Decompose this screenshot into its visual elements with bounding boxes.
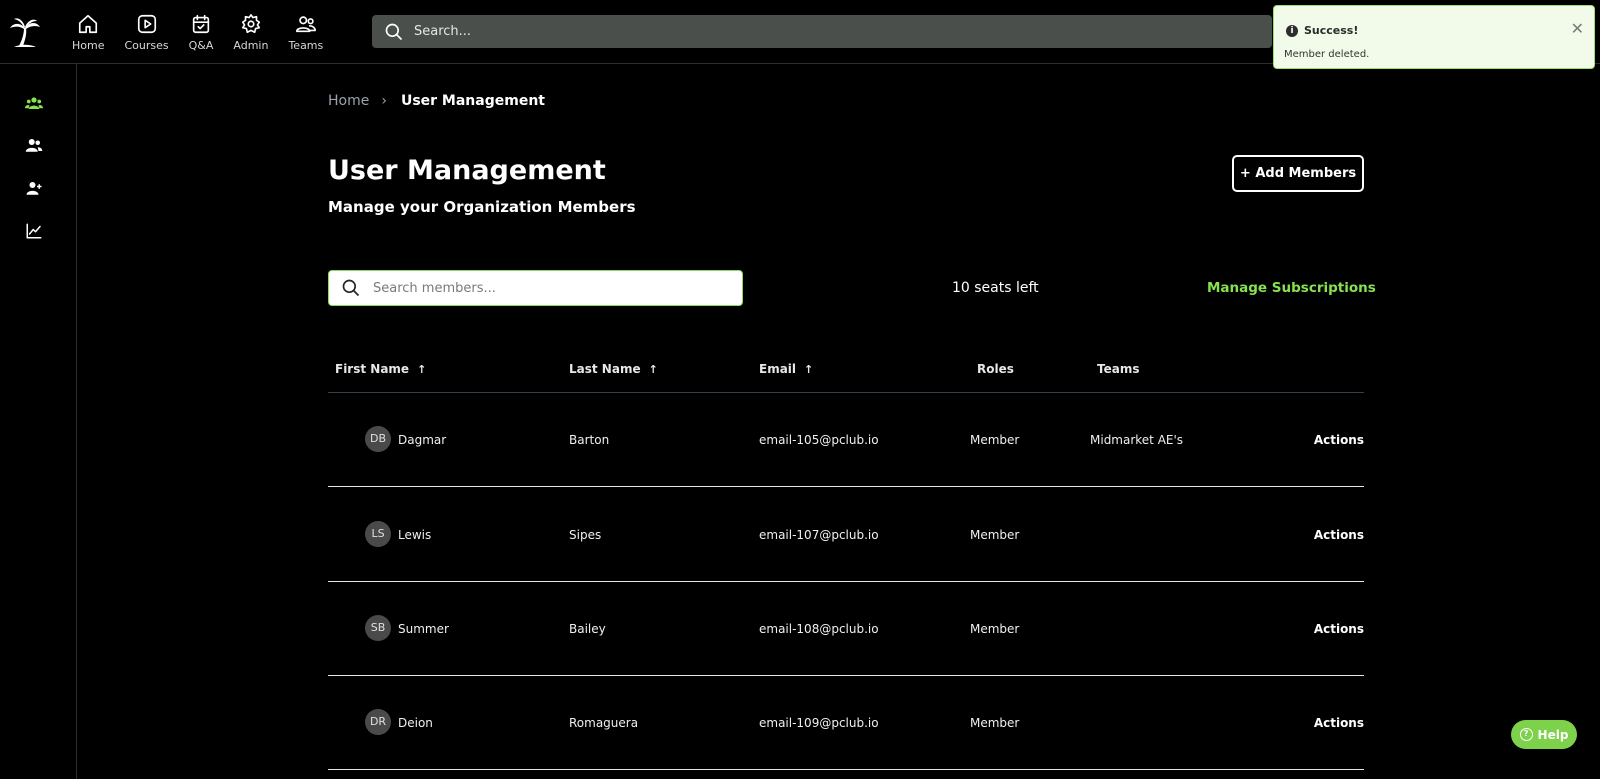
nav-item-admin[interactable]: Admin [223,0,278,64]
nav-item-home[interactable]: Home [62,0,114,64]
role-cell: Member [970,433,1020,447]
palm-tree-logo-icon[interactable] [8,14,42,48]
column-label: Last Name [569,362,641,376]
table-row: DR Deion Romaguera email-109@pclub.io Me… [328,676,1364,770]
column-header-teams: Teams [1097,362,1140,376]
gear-icon [241,13,260,33]
role-cell: Member [970,528,1020,542]
table-row: LS Lewis Sipes email-107@pclub.io Member… [328,488,1364,582]
table-header: First Name ↑ Last Name ↑ Email ↑ Roles Team… [328,355,1364,393]
avatar: LS [365,521,391,547]
help-button[interactable]: ? Help [1511,720,1577,749]
nav-label: Home [72,38,105,52]
column-header-first-name[interactable]: First Name ↑ [335,362,426,376]
close-icon[interactable]: ✕ [1571,19,1584,38]
member-search-input[interactable] [373,280,713,296]
success-toast: i Success! Member deleted. ✕ [1273,5,1595,69]
main-nav: Home Courses Q&A Admin Teams [62,0,333,64]
last-name-cell: Bailey [569,622,606,636]
chevron-right-icon: › [381,93,387,109]
sidebar-item-organization[interactable] [22,91,46,115]
sidebar-item-analytics[interactable] [22,219,46,243]
breadcrumb-current: User Management [400,93,545,109]
actions-button[interactable]: Actions [1314,622,1364,636]
nav-item-qa[interactable]: Q&A [179,0,224,64]
email-cell: email-105@pclub.io [759,433,879,447]
nav-label: Admin [233,38,269,52]
table-row: DB Dagmar Barton email-105@pclub.io Memb… [328,393,1364,487]
sidebar [0,64,77,779]
breadcrumb-home[interactable]: Home [328,93,369,109]
add-member-icon [26,182,42,195]
nav-label: Courses [124,38,169,52]
last-name-cell: Sipes [569,528,602,542]
global-search-input[interactable] [414,24,1234,39]
actions-button[interactable]: Actions [1314,433,1364,447]
page-subtitle: Manage your Organization Members [328,198,636,216]
add-members-button[interactable]: + Add Members [1232,155,1364,192]
email-cell: email-107@pclub.io [759,528,879,542]
last-name-cell: Barton [569,433,610,447]
sort-arrow-icon: ↑ [648,363,658,376]
page-title: User Management [328,155,606,186]
nav-label: Q&A [188,38,214,52]
sidebar-item-members[interactable] [22,133,46,157]
first-name-cell: Lewis [398,528,432,542]
global-search[interactable] [372,15,1272,48]
question-icon: ? [1519,728,1533,741]
member-search[interactable] [328,270,743,306]
role-cell: Member [970,622,1020,636]
column-header-roles: Roles [977,362,1014,376]
info-icon: i [1286,25,1298,37]
role-cell: Member [970,716,1020,730]
play-icon [137,14,156,33]
avatar: DR [365,709,391,735]
sort-arrow-icon: ↑ [417,363,427,376]
toast-title: Success! [1304,24,1359,37]
sidebar-item-add-member[interactable] [22,176,46,200]
column-label: First Name [335,362,410,376]
users-icon [295,15,316,32]
avatar: DB [365,426,391,452]
actions-button[interactable]: Actions [1314,528,1364,542]
first-name-cell: Dagmar [398,433,447,447]
toast-message: Member deleted. [1284,49,1370,60]
analytics-icon [26,223,42,239]
last-name-cell: Romaguera [569,716,639,730]
column-header-email[interactable]: Email ↑ [759,362,813,376]
table-row: SB Summer Bailey email-108@pclub.io Memb… [328,582,1364,676]
nav-item-courses[interactable]: Courses [114,0,178,64]
sort-arrow-icon: ↑ [804,363,814,376]
first-name-cell: Summer [398,622,449,636]
search-icon [385,23,403,40]
email-cell: email-108@pclub.io [759,622,879,636]
organization-icon [25,97,43,109]
column-header-last-name[interactable]: Last Name ↑ [569,362,658,376]
seats-left: 10 seats left [952,280,1039,296]
email-cell: email-109@pclub.io [759,716,879,730]
column-label: Email [759,362,797,376]
avatar: SB [365,615,391,641]
first-name-cell: Deion [398,716,433,730]
nav-label: Teams [288,38,324,52]
search-icon [342,279,360,297]
home-icon [79,14,98,33]
calendar-check-icon [192,14,210,33]
help-label: Help [1537,727,1569,742]
breadcrumb: Home › User Management [328,93,545,109]
actions-button[interactable]: Actions [1314,716,1364,730]
team-cell: Midmarket AE's [1090,433,1184,447]
manage-subscriptions-link[interactable]: Manage Subscriptions [1207,280,1376,296]
members-icon [25,139,43,152]
nav-item-teams[interactable]: Teams [278,0,333,64]
